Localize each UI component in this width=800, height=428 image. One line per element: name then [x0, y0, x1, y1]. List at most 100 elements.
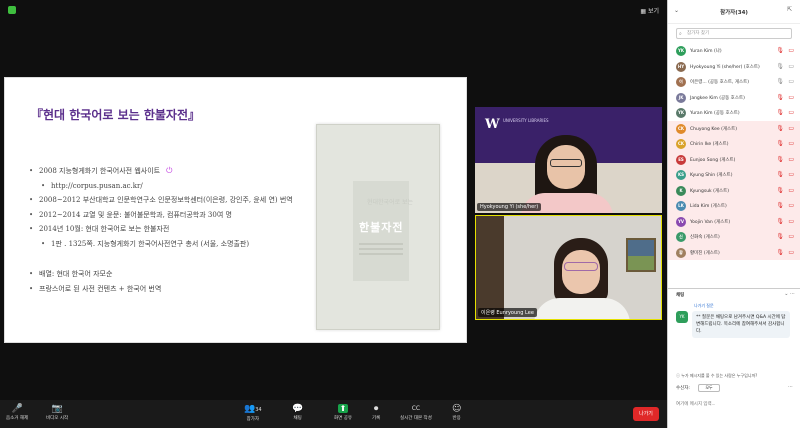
microphone-muted-icon: 🎙 — [776, 248, 784, 256]
share-screen-icon: ⬆ — [337, 404, 349, 413]
reactions-label: 반응 — [452, 416, 461, 421]
microphone-icon: 🎙 — [776, 62, 784, 70]
chat-message-input[interactable] — [676, 397, 794, 409]
participant-row[interactable]: 이 이은령... (공동 호스트, 게스트) 🎙 ▭ — [668, 74, 800, 90]
participant-row[interactable]: 황 황미진 (게스트) 🎙 ▭ — [668, 244, 800, 260]
participant-name: Lida Kim (게스트) — [690, 204, 727, 209]
avatar: YK — [676, 46, 686, 56]
microphone-muted-icon: 🎙 — [776, 217, 784, 225]
university-logo: W — [485, 117, 500, 132]
chat-options-icon[interactable]: ⌄ ⋯ — [784, 291, 795, 297]
record-label: 기록 — [372, 416, 381, 421]
participants-panel: ⌄ 참가자(34) ⇱ ⌕ 참가자 찾기 YK Yuran Kim (나) 🎙 ▭ HY… — [667, 0, 800, 428]
camera-off-icon: ▭ — [788, 248, 794, 256]
slide-title: 『현대 한국어로 보는 한불자전』 — [31, 108, 201, 122]
microphone-muted-icon: 🎙 — [776, 109, 784, 116]
participant-row[interactable]: LK Lida Kim (게스트) 🎙 ▭ — [668, 198, 800, 214]
microphone-icon: 🎤 — [11, 404, 23, 414]
participant-name: Hyokyoung Yi (she/her) (호스트) — [690, 64, 760, 70]
slide-bullet-text: 2008 지능형게화기 한국어사전 웹사이트 — [39, 167, 161, 175]
microphone-muted-icon: 🎙 — [776, 47, 784, 54]
camera-icon: 📷 — [51, 404, 63, 414]
slide-bullet: http://corpus.pusan.ac.kr/ — [29, 179, 329, 194]
avatar: LK — [676, 201, 686, 211]
participant-name: 황미진 (게스트) — [690, 250, 720, 256]
participant-row[interactable]: HY Hyokyoung Yi (she/her) (호스트) 🎙 ▭ — [668, 59, 800, 75]
participant-row[interactable]: CK Chuyong Kee (게스트) 🎙 ▭ — [668, 120, 800, 136]
participant-name: Kyungsuk (게스트) — [690, 188, 730, 194]
participant-name: Yoojin Van (게스트) — [690, 219, 731, 225]
camera-off-icon: ▭ — [788, 217, 794, 225]
participant-search-input[interactable]: ⌕ 참가자 찾기 — [676, 28, 792, 39]
camera-off-icon: ▭ — [788, 233, 794, 240]
participant-row[interactable]: 신 신화숙 (게스트) 🎙 ▭ — [668, 229, 800, 245]
microphone-muted-icon: 🎙 — [776, 155, 784, 163]
leave-button[interactable]: 나가기 — [633, 407, 659, 421]
participant-name: Chirin Ike (게스트) — [690, 142, 729, 147]
participant-name: Chuyong Kee (게스트) — [690, 126, 738, 132]
participant-row[interactable]: YV Yoojin Van (게스트) 🎙 ▭ — [668, 213, 800, 229]
participant-row[interactable]: JK Jangkee Kim (공동 호스트) 🎙 ▭ — [668, 90, 800, 106]
avatar: YK — [676, 108, 686, 118]
participant-row[interactable]: CK Chirin Ike (게스트) 🎙 ▭ — [668, 136, 800, 152]
record-icon: ⏺ — [373, 404, 379, 414]
participant-name: 신화숙 (게스트) — [690, 235, 720, 240]
background-painting-land — [628, 256, 654, 270]
record-button[interactable]: ⏺ 기록 — [372, 403, 380, 425]
video-stage: ▦ 보기 『현대 한국어로 보는 한불자전』 2008 지능형게화기 한국어사전… — [0, 0, 667, 400]
participant-video-1[interactable]: W UNIVERSITY LIBRARIES Hyokyoung Yi (she… — [475, 107, 662, 213]
participant-video-2[interactable]: 이은령 Eunryoung Lee — [475, 215, 662, 320]
chat-more-icon[interactable]: ⋯ — [788, 384, 793, 390]
slide-bullet: 2012~2014 교열 및 윤문: 불어불문학과, 컴퓨터공학과 30여 명 — [29, 208, 329, 223]
unmute-button[interactable]: 🎤 음소거 해제 — [6, 403, 28, 425]
person-body — [534, 298, 630, 319]
avatar: HY — [676, 61, 686, 72]
camera-icon: ▭ — [788, 78, 794, 85]
participant-row[interactable]: YK Yuran Kim (공동 호스트) 🎙 ▭ — [668, 105, 800, 121]
popout-icon[interactable]: ⇱ — [787, 6, 792, 13]
avatar: CK — [676, 139, 686, 149]
participant-row[interactable]: ES Eunjoo Song (게스트) 🎙 ▭ — [668, 151, 800, 167]
view-button[interactable]: ▦ 보기 — [640, 6, 659, 15]
participants-button[interactable]: 👥34 참가자 — [244, 403, 262, 425]
person-face — [547, 145, 585, 189]
chat-sender: 나가기 질문 — [694, 303, 714, 308]
reactions-button[interactable]: ☺ 반응 — [452, 403, 461, 425]
microphone-muted-icon: 🎙 — [776, 140, 784, 147]
start-video-label: 비디오 시작 — [46, 416, 69, 421]
unmute-label: 음소거 해제 — [6, 416, 29, 421]
participant-row[interactable]: KS Kyung Shin (게스트) 🎙 ▭ — [668, 167, 800, 183]
camera-off-icon: ▭ — [788, 109, 794, 116]
slide-bullet: 2008 지능형게화기 한국어사전 웹사이트 ⏻ — [29, 164, 329, 179]
smiley-icon: ☺ — [452, 404, 462, 414]
participant-search-placeholder: 참가자 찾기 — [687, 31, 710, 36]
security-shield-icon[interactable] — [8, 6, 16, 14]
camera-off-icon: ▭ — [788, 140, 794, 147]
avatar: KS — [676, 170, 686, 180]
share-screen-button[interactable]: ⬆ 화면 공유 — [334, 403, 352, 425]
camera-off-icon: ▭ — [788, 171, 794, 178]
slide-spacer — [29, 251, 329, 267]
microphone-muted-icon: 🎙 — [776, 233, 784, 240]
slide-bullet: 프랑스어로 된 사전 컨텐츠 + 한국어 번역 — [29, 282, 329, 297]
panel-title: 참가자(34) — [720, 10, 748, 16]
chat-visibility-notice[interactable]: ⓘ 누가 메시지를 볼 수 있는 사람은 누구입니까? — [676, 373, 794, 379]
avatar: YV — [676, 216, 686, 227]
camera-icon: ▭ — [788, 62, 794, 70]
power-icon[interactable]: ⏻ — [166, 166, 172, 175]
avatar: 황 — [676, 247, 686, 258]
view-label: 보기 — [647, 8, 659, 15]
slide-bullet-text: 배열: 현대 한국어 자모순 — [39, 270, 113, 278]
video-name-tag: 이은령 Eunryoung Lee — [478, 308, 537, 317]
participant-row[interactable]: YK Yuran Kim (나) 🎙 ▭ — [668, 43, 800, 59]
participant-list: YK Yuran Kim (나) 🎙 ▭ HY Hyokyoung Yi (she/her… — [668, 43, 800, 260]
live-transcript-button[interactable]: CC 실시간 대본 작성 — [400, 403, 432, 425]
slide-bullet-text: 프랑스어로 된 사전 컨텐츠 + 한국어 번역 — [39, 284, 162, 293]
participant-row[interactable]: K Kyungsuk (게스트) 🎙 ▭ — [668, 182, 800, 198]
participant-name: 이은령... (공동 호스트, 게스트) — [690, 80, 750, 85]
chat-recipient-select[interactable]: 모두 — [698, 384, 720, 392]
camera-off-icon: ▭ — [788, 155, 794, 163]
person-face — [562, 250, 600, 294]
start-video-button[interactable]: 📷 비디오 시작 — [46, 403, 68, 425]
chat-button[interactable]: 💬 채팅 — [292, 403, 303, 425]
